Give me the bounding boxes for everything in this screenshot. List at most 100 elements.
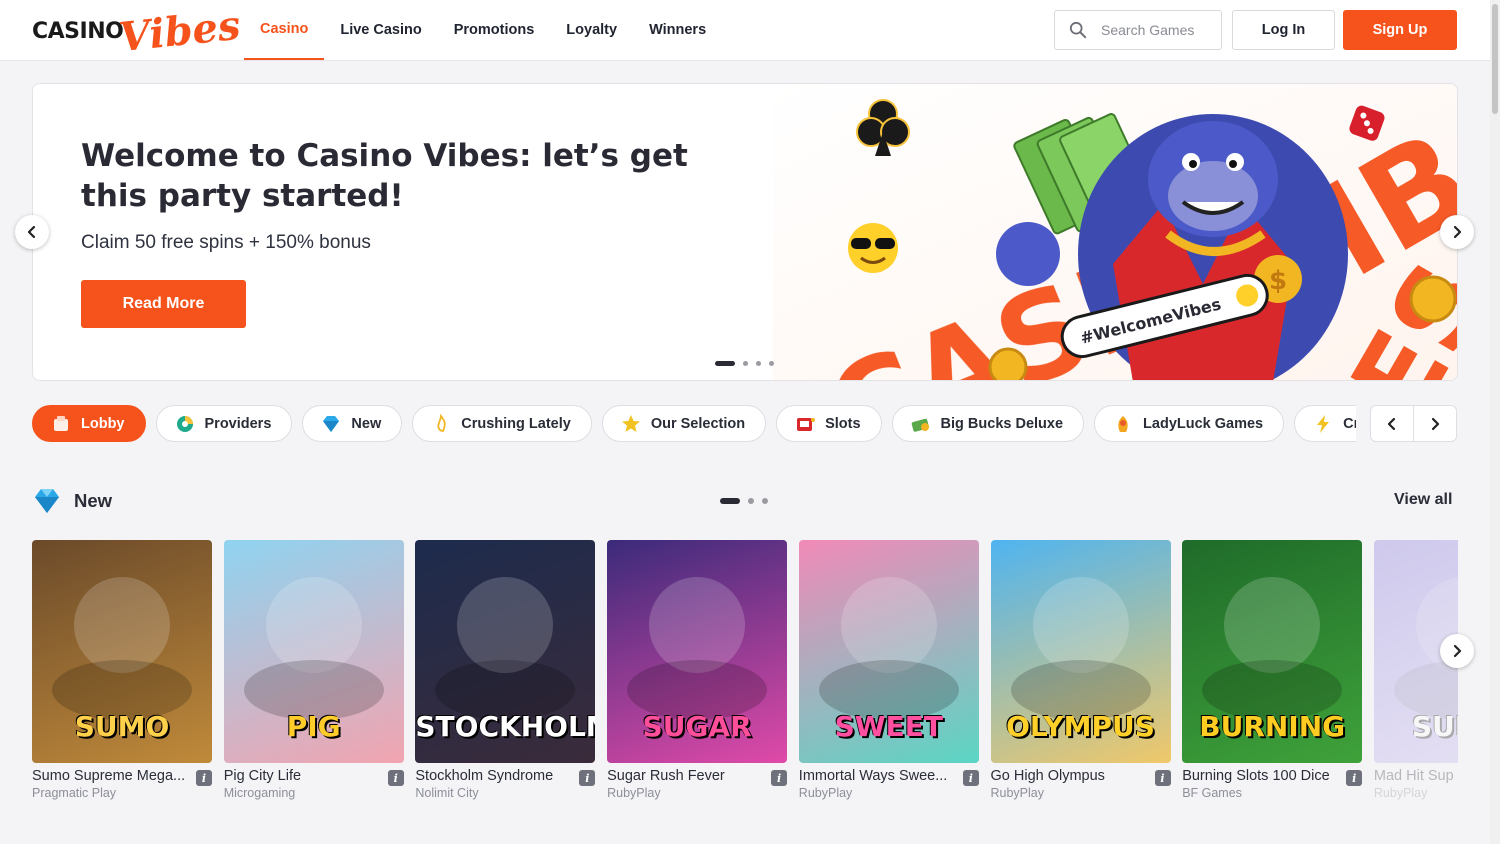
top-header: CASINO Vibes Casino Live Casino Promotions… [0,0,1490,61]
hero-banner: Welcome to Casino Vibes: let’s get this … [32,83,1458,381]
games-next-button[interactable] [1440,634,1474,668]
nav-item-winners[interactable]: Winners [633,0,722,60]
game-thumbnail[interactable]: BURNING [1182,540,1363,763]
info-icon[interactable]: i [962,770,979,786]
game-art-title: SWEET [834,710,943,743]
login-button[interactable]: Log In [1232,10,1335,50]
category-chip-new[interactable]: New [302,405,403,442]
info-icon[interactable]: i [579,770,596,786]
game-name[interactable]: Go High Olympus [991,768,1151,784]
game-thumbnail[interactable]: OLYMPUS [990,540,1171,763]
hero-next-button[interactable] [1440,215,1474,249]
info-icon[interactable]: i [387,770,404,786]
game-provider: RubyPlay [990,786,1045,800]
game-meta: Burning Slots 100 Dice BF Games i [1182,768,1363,808]
bolt-icon [1313,414,1333,434]
page-dot[interactable] [748,498,754,504]
game-thumbnail[interactable]: STOCKHOLM [415,540,596,763]
category-chip-providers[interactable]: Providers [155,405,293,442]
logo[interactable]: CASINO Vibes [32,2,243,61]
signup-button[interactable]: Sign Up [1343,10,1457,50]
category-scroll-controls [1370,405,1457,442]
game-meta: Immortal Ways Swee... RubyPlay i [799,768,979,808]
game-name[interactable]: Stockholm Syndrome [415,768,575,784]
chevron-left-icon [27,225,36,239]
category-chip-ladyluck-games[interactable]: LadyLuck Games [1094,405,1285,442]
game-name[interactable]: Pig City Life [224,768,384,784]
chevron-right-icon [1453,644,1462,658]
game-name[interactable]: Burning Slots 100 Dice [1182,768,1342,784]
game-card[interactable]: OLYMPUS Go High Olympus RubyPlay i [990,540,1171,808]
category-prev-button[interactable] [1371,406,1414,441]
category-chip-cr[interactable]: Cr [1294,405,1356,442]
game-name[interactable]: Sugar Rush Fever [607,768,767,784]
read-more-button[interactable]: Read More [81,280,246,328]
search-input[interactable] [1101,22,1219,38]
flame-icon [431,412,451,434]
nav-item-live-casino[interactable]: Live Casino [324,0,437,60]
game-provider: RubyPlay [607,786,661,800]
game-card[interactable]: PIG Pig City Life Microgaming i [223,540,404,808]
scrollbar-thumb[interactable] [1492,4,1498,114]
search-icon [1069,21,1087,39]
slide-dot[interactable] [743,361,748,366]
providers-icon [175,414,195,434]
category-chip-crushing-lately[interactable]: Crushing Lately [412,405,592,442]
page-dot[interactable] [762,498,768,504]
game-provider: BF Games [1182,786,1242,800]
section-page-dots[interactable] [720,498,768,504]
search-box[interactable] [1054,10,1222,50]
category-chip-label: LadyLuck Games [1143,415,1264,432]
chevron-left-icon [1387,417,1396,430]
category-chip-big-bucks-deluxe[interactable]: Big Bucks Deluxe [891,405,1085,442]
info-icon[interactable]: i [771,770,788,786]
game-card[interactable]: STOCKHOLM Stockholm Syndrome Nolimit City i [415,540,596,808]
hero-prev-button[interactable] [15,215,49,249]
info-icon[interactable]: i [1154,770,1171,786]
games-carousel: SUMO Sumo Supreme Mega... Pragmatic Play i P… [32,540,1458,810]
game-name[interactable]: Immortal Ways Swee... [799,768,959,784]
hero-artwork: CASI IB ES $ #WelcomeVibes [773,84,1457,380]
page-scrollbar[interactable] [1490,0,1500,844]
category-chip-label: Crushing Lately [461,415,571,432]
nav-item-loyalty[interactable]: Loyalty [550,0,633,60]
category-chip-lobby[interactable]: Lobby [32,405,146,442]
category-chip-slots[interactable]: Slots [776,405,882,442]
view-all-link[interactable]: View all [1394,491,1452,509]
slide-dot[interactable] [756,361,761,366]
info-icon[interactable]: i [1346,770,1363,786]
game-card[interactable]: SUGAR Sugar Rush Fever RubyPlay i [607,540,788,808]
game-card[interactable]: SWEET Immortal Ways Swee... RubyPlay i [798,540,979,808]
slide-dot[interactable] [769,361,774,366]
hero-title: Welcome to Casino Vibes: let’s get this … [81,138,688,214]
game-thumbnail[interactable]: SUGAR [607,540,788,763]
game-thumbnail[interactable]: SWEET [798,540,979,763]
game-provider: Microgaming [223,786,296,800]
nav-item-casino[interactable]: Casino [244,0,325,60]
game-card[interactable]: SUMO Sumo Supreme Mega... Pragmatic Play i [32,540,212,808]
diamond-icon [35,489,59,513]
game-name[interactable]: Mad Hit Sup [1374,768,1458,784]
section-title: New [74,490,113,511]
info-icon[interactable]: i [196,770,212,786]
game-art-title: STOCKHOLM [415,710,596,743]
page-dot[interactable] [720,498,740,504]
game-name[interactable]: Sumo Supreme Mega... [32,768,192,784]
category-chip-our-selection[interactable]: Our Selection [601,405,767,442]
game-provider: RubyPlay [798,786,853,800]
section-header-new: New [32,486,112,516]
lady-icon [1113,414,1133,434]
emoji-sunglasses [848,223,898,273]
lobby-icon [51,414,71,434]
game-art-title: OLYMPUS [1006,710,1155,743]
slide-dot[interactable] [715,361,735,366]
game-thumbnail[interactable]: SUMO [32,540,212,763]
game-card[interactable]: BURNING Burning Slots 100 Dice BF Games i [1182,540,1363,808]
hero-slide-dots[interactable] [715,361,774,366]
game-card[interactable]: SUPERMad Hit SupRubyPlayi [1373,540,1458,808]
chevron-right-icon [1431,417,1440,430]
diamond-icon [321,414,341,434]
game-thumbnail[interactable]: PIG [223,540,404,763]
category-next-button[interactable] [1414,406,1456,441]
nav-item-promotions[interactable]: Promotions [438,0,551,60]
